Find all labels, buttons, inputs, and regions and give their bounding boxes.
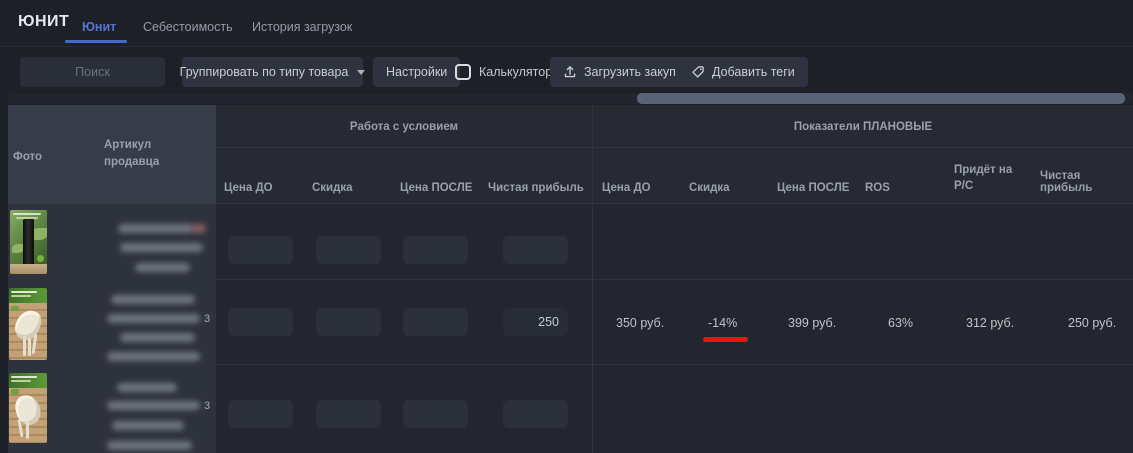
column-header-article: Артикул продавца (104, 137, 182, 171)
input-cond-price-after[interactable] (403, 400, 468, 428)
settings-button[interactable]: Настройки (373, 57, 460, 87)
plan-payout-value: 312 руб. (966, 316, 1014, 330)
input-cond-price-before[interactable] (228, 236, 293, 264)
col-plan-price-before: Цена ДО (602, 148, 682, 204)
discount-alert-underline (703, 337, 748, 342)
input-cond-price-after[interactable] (403, 308, 468, 336)
unit-page: ЮНИТ Юнит Себестоимость История загрузок… (0, 0, 1133, 453)
row-divider (216, 203, 1133, 204)
calculator-label[interactable]: Калькулятор (479, 65, 552, 79)
product-photo[interactable] (10, 210, 47, 274)
calculator-checkbox[interactable] (455, 64, 471, 80)
col-plan-profit: Чистая прибыль (1040, 148, 1133, 204)
chevron-down-icon (357, 70, 365, 75)
tab-upload-history[interactable]: История загрузок (252, 20, 352, 34)
redacted-article-text (192, 224, 206, 233)
group-header-condition: Работа с условием (216, 105, 592, 148)
plan-profit-value: 250 руб. (1068, 316, 1116, 330)
redacted-article-text (120, 243, 203, 252)
horizontal-scrollbar-thumb[interactable] (637, 93, 1125, 104)
input-cond-discount[interactable] (316, 400, 381, 428)
col-plan-ros: ROS (865, 148, 945, 204)
column-header-photo: Фото (13, 151, 42, 163)
group-by-label: Группировать по типу товара (180, 65, 349, 79)
plan-price-after-value: 399 руб. (788, 316, 836, 330)
input-cond-price-before[interactable] (228, 308, 293, 336)
redacted-article-text (107, 314, 200, 323)
upload-icon (563, 65, 577, 79)
plan-ros-value: 63% (888, 316, 913, 330)
cond-profit-value: 250 (538, 315, 559, 329)
header-divider (0, 46, 1133, 47)
redacted-article-text (107, 441, 192, 450)
product-photo[interactable] (9, 288, 47, 360)
tab-unit[interactable]: Юнит (82, 20, 116, 34)
redacted-article-text (111, 295, 195, 304)
upload-purchase-label: Загрузить закуп (584, 65, 676, 79)
redacted-article-text (107, 401, 200, 410)
redacted-article-text (117, 383, 177, 392)
input-cond-profit[interactable] (503, 236, 568, 264)
col-plan-price-after: Цена ПОСЛЕ (777, 148, 862, 204)
input-cond-profit[interactable]: 250 (503, 308, 568, 336)
article-tail: 3 (204, 400, 210, 412)
add-tags-button[interactable]: Добавить теги (678, 57, 808, 87)
col-plan-payout: Придёт на Р/С (954, 148, 1018, 204)
col-cond-profit: Чистая прибыль (488, 148, 592, 204)
input-cond-profit[interactable] (503, 400, 568, 428)
row-divider (216, 364, 1133, 365)
col-cond-price-before: Цена ДО (224, 148, 304, 204)
plan-discount-value: -14% (708, 316, 737, 330)
add-tags-label: Добавить теги (712, 65, 795, 79)
redacted-article-text (107, 352, 200, 361)
tab-cost[interactable]: Себестоимость (143, 20, 233, 34)
redacted-article-text (112, 421, 184, 430)
active-tab-indicator (65, 40, 127, 43)
plan-price-before-value: 350 руб. (616, 316, 664, 330)
upload-purchase-button[interactable]: Загрузить закуп (550, 57, 689, 87)
group-header-plan: Показатели ПЛАНОВЫЕ (593, 105, 1133, 148)
article-tail: 3 (204, 313, 210, 325)
redacted-article-text (120, 333, 195, 342)
page-title: ЮНИТ (18, 13, 69, 31)
group-by-dropdown[interactable]: Группировать по типу товара (182, 57, 363, 87)
row-divider (216, 279, 1133, 280)
redacted-article-text (118, 224, 194, 233)
tag-icon (691, 65, 705, 79)
input-cond-price-after[interactable] (403, 236, 468, 264)
settings-label: Настройки (386, 65, 447, 79)
input-cond-discount[interactable] (316, 236, 381, 264)
product-photo[interactable] (9, 373, 47, 443)
search-input[interactable] (20, 57, 165, 87)
input-cond-price-before[interactable] (228, 400, 293, 428)
input-cond-discount[interactable] (316, 308, 381, 336)
col-plan-discount: Скидка (689, 148, 769, 204)
col-cond-discount: Скидка (312, 148, 392, 204)
col-cond-price-after: Цена ПОСЛЕ (400, 148, 488, 204)
redacted-article-text (135, 263, 190, 272)
